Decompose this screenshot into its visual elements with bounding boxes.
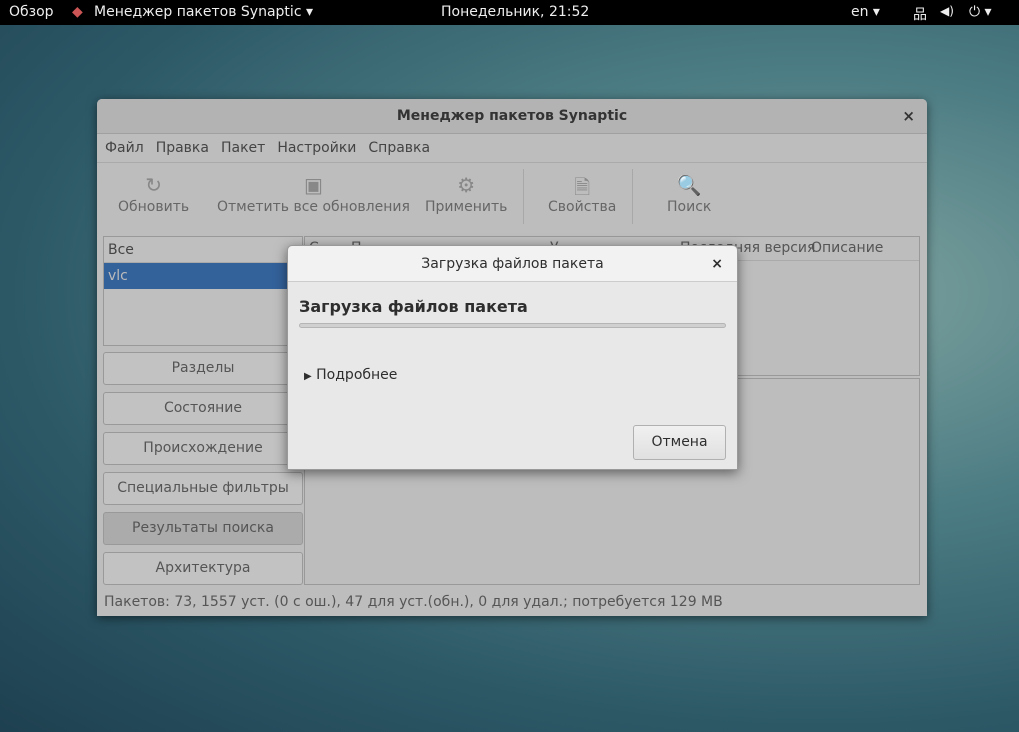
- window-title: Менеджер пакетов Synaptic: [396, 108, 628, 124]
- reload-icon: ↻: [145, 173, 162, 197]
- menubar: Файл Правка Пакет Настройки Справка: [97, 134, 927, 163]
- custom-filters-button[interactable]: Специальные фильтры: [103, 472, 303, 505]
- clock[interactable]: Понедельник, 21:52: [441, 4, 589, 20]
- toolbar-separator: [632, 169, 633, 224]
- search-icon: 🔍: [676, 173, 702, 197]
- window-titlebar: Менеджер пакетов Synaptic ×: [97, 99, 927, 134]
- dialog-close-button[interactable]: ×: [711, 246, 723, 282]
- search-button[interactable]: 🔍 Поиск: [667, 173, 711, 215]
- filter-list-item[interactable]: vlc: [104, 263, 302, 289]
- toolbar-separator: [523, 169, 524, 224]
- dialog-heading: Загрузка файлов пакета: [299, 297, 528, 316]
- menu-edit[interactable]: Правка: [156, 140, 209, 156]
- volume-icon[interactable]: ◀): [940, 4, 954, 18]
- power-menu-icon[interactable]: ⏻ ▾: [969, 4, 992, 20]
- app-menu[interactable]: Менеджер пакетов Synaptic ▾: [94, 4, 313, 20]
- search-label: Поиск: [667, 199, 712, 215]
- menu-file[interactable]: Файл: [105, 140, 144, 156]
- apply-label: Применить: [425, 199, 508, 215]
- menu-help[interactable]: Справка: [368, 140, 430, 156]
- mark-upgrades-icon: ▣: [303, 173, 323, 197]
- expander-arrow-icon: ▶: [304, 371, 312, 382]
- sections-button[interactable]: Разделы: [103, 352, 303, 385]
- toolbar: ↻ Обновить ▣ Отметить все обновления ⚙ Прим…: [97, 163, 927, 232]
- architecture-button[interactable]: Архитектура: [103, 552, 303, 585]
- synaptic-app-icon: ◆: [72, 4, 83, 20]
- details-label: Подробнее: [316, 367, 398, 383]
- menu-package[interactable]: Пакет: [221, 140, 265, 156]
- window-close-button[interactable]: ×: [902, 99, 915, 134]
- top-bar: Обзор ◆ Менеджер пакетов Synaptic ▾ Поне…: [0, 0, 1019, 25]
- activities-button[interactable]: Обзор: [9, 4, 54, 20]
- dialog-titlebar: Загрузка файлов пакета ×: [288, 246, 737, 282]
- origin-button[interactable]: Происхождение: [103, 432, 303, 465]
- reload-button[interactable]: ↻ Обновить: [118, 173, 189, 215]
- network-icon[interactable]: 品: [913, 4, 927, 24]
- status-button[interactable]: Состояние: [103, 392, 303, 425]
- mark-all-upgrades-button[interactable]: ▣ Отметить все обновления: [217, 173, 410, 215]
- reload-label: Обновить: [118, 199, 190, 215]
- search-results-button[interactable]: Результаты поиска: [103, 512, 303, 545]
- dialog-title: Загрузка файлов пакета: [421, 256, 604, 272]
- download-dialog: Загрузка файлов пакета × Загрузка файлов …: [287, 245, 738, 470]
- filter-list: Все vlc: [103, 236, 303, 346]
- download-progress-bar: [299, 323, 726, 328]
- gears-icon: ⚙: [457, 173, 476, 197]
- filter-list-header[interactable]: Все: [104, 237, 302, 263]
- properties-label: Свойства: [548, 199, 617, 215]
- apply-button[interactable]: ⚙ Применить: [425, 173, 507, 215]
- properties-button[interactable]: 🗎 Свойства: [548, 173, 616, 215]
- cancel-button[interactable]: Отмена: [633, 425, 726, 460]
- menu-settings[interactable]: Настройки: [277, 140, 356, 156]
- properties-icon: 🗎: [574, 175, 591, 199]
- language-selector[interactable]: en ▾: [851, 4, 880, 20]
- details-expander[interactable]: ▶ Подробнее: [304, 367, 397, 383]
- col-description[interactable]: Описание: [811, 240, 883, 256]
- mark-upgrades-label: Отметить все обновления: [217, 199, 410, 215]
- status-bar: Пакетов: 73, 1557 уст. (0 с ош.), 47 для…: [104, 594, 723, 610]
